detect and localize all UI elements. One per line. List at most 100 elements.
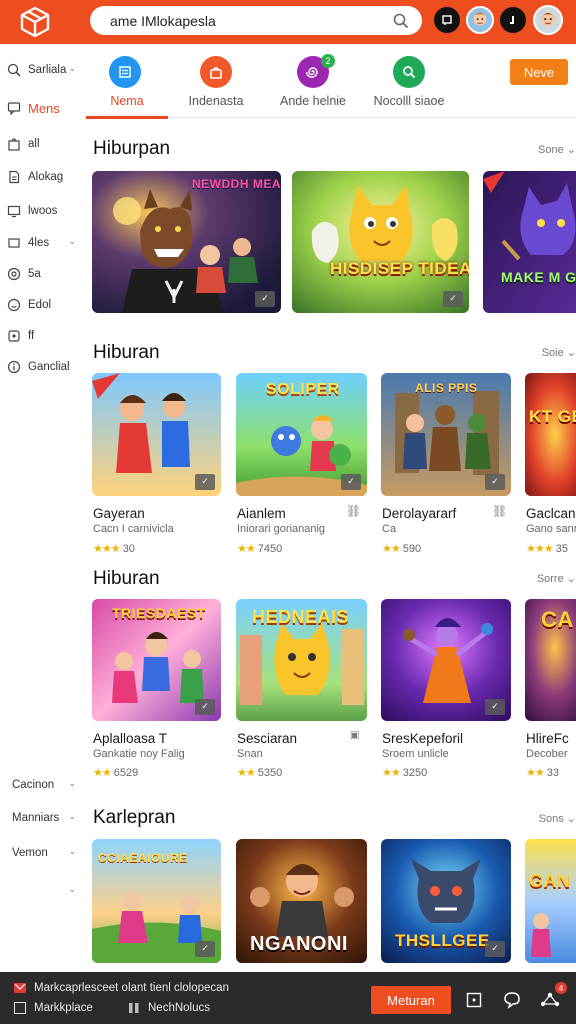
- game-card[interactable]: CA: [525, 599, 576, 721]
- game-card[interactable]: ✓: [381, 599, 511, 721]
- tab-nema[interactable]: Nema: [86, 44, 168, 119]
- card-caption: CCIAEAIOURE: [98, 851, 188, 865]
- bottom-message-text: Markcaprlesceet olant tienl clolopecan: [34, 982, 229, 994]
- star-icon: ★★: [382, 767, 401, 779]
- card-caption: CA: [541, 607, 574, 632]
- favorite-icon[interactable]: ✓: [485, 474, 505, 490]
- new-button[interactable]: Neve: [510, 59, 568, 85]
- star-icon: ★★: [237, 543, 256, 555]
- game-card[interactable]: KT GE: [525, 373, 576, 496]
- game-rating: ★★ 5350: [237, 766, 282, 779]
- game-card[interactable]: TRIESDAEST ✓: [92, 599, 221, 721]
- sidebar-item-label: Cacinon: [12, 779, 55, 791]
- game-subtitle: Iniorari goriananig: [237, 523, 326, 535]
- tab-indenasta[interactable]: Indenasta: [176, 44, 256, 118]
- sidebar-item-ff[interactable]: ff: [0, 324, 84, 348]
- favorite-icon[interactable]: ✓: [485, 941, 505, 957]
- profile-avatar[interactable]: [533, 5, 563, 35]
- favorite-icon[interactable]: ✓: [485, 699, 505, 715]
- sidebar-item-4les[interactable]: 4les ⌄: [0, 231, 84, 255]
- square-dot-icon[interactable]: [463, 989, 485, 1011]
- sidebar-item-manniars[interactable]: Manniars ⌄: [0, 806, 84, 830]
- favorite-icon[interactable]: ✓: [443, 291, 463, 307]
- search-icon: [7, 63, 21, 77]
- favorite-icon[interactable]: ✓: [341, 474, 361, 490]
- game-card[interactable]: ✓: [92, 373, 221, 496]
- marketplace-link[interactable]: Markkplace: [14, 1002, 93, 1014]
- sidebar-item-alokag[interactable]: Alokag: [0, 165, 84, 189]
- see-more-link[interactable]: Sons ⌄: [539, 812, 576, 825]
- tab-nocolll-siaoe[interactable]: Nocolll siaoe: [368, 44, 450, 118]
- search-icon[interactable]: [392, 12, 410, 30]
- chat-bubble-icon[interactable]: [501, 989, 523, 1011]
- see-more-link[interactable]: Sorre ⌄: [537, 572, 576, 585]
- magnifier-icon: [393, 56, 425, 88]
- see-more-label: Sorre: [536, 573, 564, 585]
- app-logo[interactable]: [18, 5, 52, 39]
- star-icon: ★★★: [93, 543, 121, 555]
- game-title[interactable]: Sesciaran: [237, 731, 297, 746]
- sidebar-expand[interactable]: ⌄: [0, 879, 84, 903]
- game-card[interactable]: THSLLGEE ✓: [381, 839, 511, 963]
- link-icon[interactable]: ⛓: [492, 504, 507, 518]
- info-icon[interactable]: ▣: [350, 730, 359, 741]
- chevron-down-icon: ⌄: [68, 847, 76, 857]
- game-rating: ★★★ 30: [93, 542, 135, 555]
- favorite-icon[interactable]: ✓: [195, 941, 215, 957]
- sidebar-item-all[interactable]: all: [0, 132, 84, 156]
- game-title[interactable]: Gaclcan: [526, 506, 576, 521]
- game-title[interactable]: Aianlem: [237, 506, 286, 521]
- game-card[interactable]: GAN: [525, 839, 576, 963]
- game-card[interactable]: MAKE M GEAE: [483, 171, 576, 313]
- notices-link[interactable]: NechNolucs: [128, 1002, 210, 1014]
- game-title[interactable]: Gayeran: [93, 506, 145, 521]
- star-icon: ★★★: [526, 543, 554, 555]
- menu-icon[interactable]: [500, 7, 526, 33]
- game-card[interactable]: NGANONI: [236, 839, 367, 963]
- favorite-icon[interactable]: ✓: [195, 474, 215, 490]
- game-title[interactable]: SresKepeforil: [382, 731, 463, 746]
- sidebar-item-sarliala[interactable]: Sarliala ⌄: [0, 58, 84, 82]
- notification-badge: 4: [555, 982, 567, 994]
- return-button[interactable]: Meturan: [371, 986, 451, 1014]
- star-icon: ★★: [382, 543, 401, 555]
- sidebar-item-label: Ganclial: [28, 361, 70, 373]
- search-input[interactable]: [110, 12, 392, 29]
- bottom-message[interactable]: Markcaprlesceet olant tienl clolopecan: [14, 982, 229, 994]
- notification-icon[interactable]: [434, 7, 460, 33]
- link-icon[interactable]: ⛓: [346, 504, 361, 518]
- see-more-link[interactable]: Sone ⌄: [538, 143, 576, 156]
- sidebar-item-label: Vemon: [12, 847, 48, 859]
- tab-label: Ande helnie: [279, 94, 347, 108]
- tab-ande-helnie[interactable]: 2 Ande helnie: [270, 44, 356, 118]
- sidebar-item-ganclial[interactable]: Ganclial: [0, 355, 84, 379]
- game-card[interactable]: HEDNEAIS: [236, 599, 367, 721]
- sidebar-item-edol[interactable]: Edol: [0, 293, 84, 317]
- game-card[interactable]: ALIS PPIS ✓: [381, 373, 511, 496]
- game-card[interactable]: HISDISEP TIDEAAN ✓: [292, 171, 469, 313]
- game-subtitle: Gankatie noy Falig: [93, 748, 185, 760]
- star-icon: ★★: [93, 767, 112, 779]
- game-card[interactable]: CCIAEAIOURE ✓: [92, 839, 221, 963]
- list-icon: [109, 56, 141, 88]
- favorite-icon[interactable]: ✓: [255, 291, 275, 307]
- game-title[interactable]: Derolayararf: [382, 506, 456, 521]
- tab-badge: 2: [321, 54, 335, 68]
- game-subtitle: Gano sanrala: [526, 523, 576, 535]
- sidebar: Sarliala ⌄ Mens all Alokag lwoos 4les ⌄ …: [0, 44, 84, 972]
- sidebar-item-vemon[interactable]: Vemon ⌄: [0, 841, 84, 865]
- chevron-down-icon: ⌄: [68, 779, 76, 789]
- avatar[interactable]: [466, 6, 494, 34]
- game-card[interactable]: SOLIPER ✓: [236, 373, 367, 496]
- sidebar-item-5a[interactable]: 5a: [0, 262, 84, 286]
- game-title[interactable]: HlireFc: [526, 731, 569, 746]
- sidebar-item-cacinon[interactable]: Cacinon ⌄: [0, 773, 84, 797]
- game-card[interactable]: NEWDDH MEAMRAGS DIDGS ✓: [92, 171, 281, 313]
- game-title[interactable]: Aplalloasa T: [93, 731, 167, 746]
- notices-label: NechNolucs: [148, 1002, 210, 1014]
- game-subtitle: Snan: [237, 748, 263, 760]
- sidebar-item-mens[interactable]: Mens: [0, 96, 84, 120]
- favorite-icon[interactable]: ✓: [195, 699, 215, 715]
- see-more-link[interactable]: Soie ⌄: [542, 346, 576, 359]
- sidebar-item-lwoos[interactable]: lwoos: [0, 199, 84, 223]
